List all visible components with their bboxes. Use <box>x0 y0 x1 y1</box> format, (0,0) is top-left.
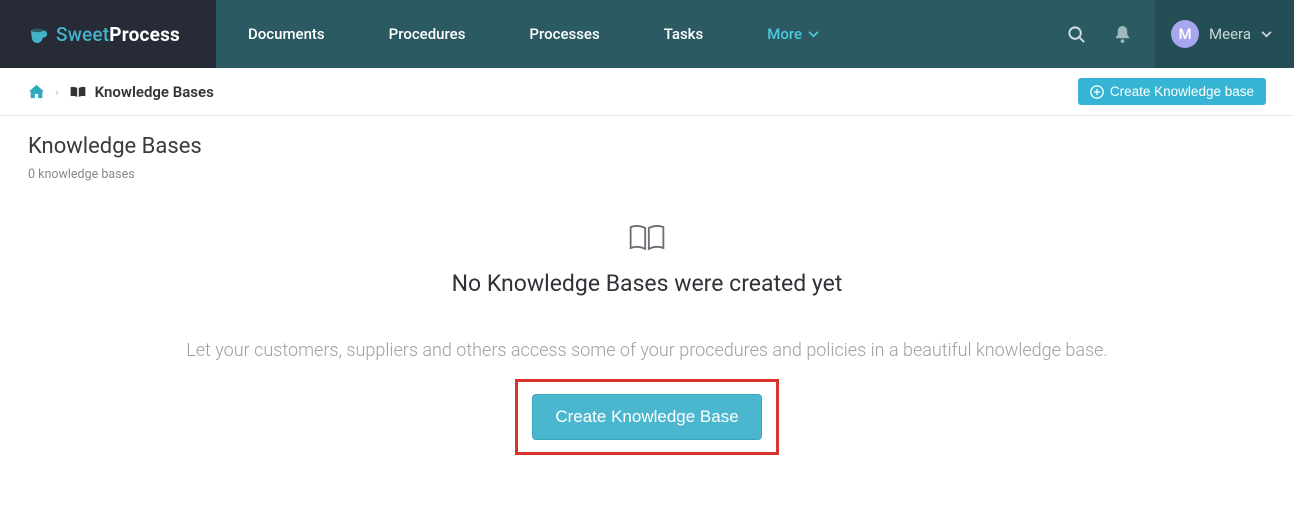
create-knowledge-base-button[interactable]: Create Knowledge Base <box>532 394 761 440</box>
nav-more-label: More <box>767 25 802 43</box>
page-title: Knowledge Bases <box>28 134 1266 159</box>
empty-state-title: No Knowledge Bases were created yet <box>167 270 1127 297</box>
breadcrumb: › Knowledge Bases <box>28 83 214 101</box>
create-kb-small-label: Create Knowledge base <box>1110 84 1254 99</box>
nav-more[interactable]: More <box>749 0 837 68</box>
nav-items: Documents Procedures Processes Tasks Mor… <box>216 0 1053 68</box>
sub-bar: › Knowledge Bases Create Knowledge base <box>0 68 1294 116</box>
book-open-icon <box>69 85 87 99</box>
create-knowledge-base-button-small[interactable]: Create Knowledge base <box>1078 78 1266 105</box>
nav-procedures[interactable]: Procedures <box>371 0 484 68</box>
chevron-down-icon <box>808 31 819 38</box>
page-body: Knowledge Bases 0 knowledge bases No Kno… <box>0 116 1294 495</box>
brand-logo[interactable]: SweetProcess <box>0 0 216 68</box>
plus-circle-icon <box>1090 85 1104 99</box>
empty-state-description: Let your customers, suppliers and others… <box>167 337 1127 365</box>
empty-state: No Knowledge Bases were created yet Let … <box>167 222 1127 455</box>
bell-icon[interactable] <box>1100 0 1145 68</box>
nav-right: M Meera <box>1053 0 1294 68</box>
breadcrumb-separator: › <box>55 85 59 99</box>
user-menu[interactable]: M Meera <box>1155 0 1294 68</box>
book-open-icon <box>627 222 667 254</box>
nav-processes[interactable]: Processes <box>511 0 617 68</box>
breadcrumb-current: Knowledge Bases <box>69 83 214 101</box>
chevron-down-icon <box>1261 31 1272 38</box>
home-icon[interactable] <box>28 84 45 99</box>
avatar: M <box>1171 20 1199 48</box>
brand-name: SweetProcess <box>56 23 180 46</box>
user-name: Meera <box>1209 25 1251 43</box>
search-icon[interactable] <box>1053 0 1100 68</box>
breadcrumb-current-label: Knowledge Bases <box>95 83 214 101</box>
page-subtitle: 0 knowledge bases <box>28 167 1266 182</box>
nav-documents[interactable]: Documents <box>230 0 343 68</box>
top-nav: SweetProcess Documents Procedures Proces… <box>0 0 1294 68</box>
nav-tasks[interactable]: Tasks <box>646 0 722 68</box>
cta-highlight-box: Create Knowledge Base <box>515 379 778 455</box>
coffee-cup-icon <box>28 25 50 43</box>
